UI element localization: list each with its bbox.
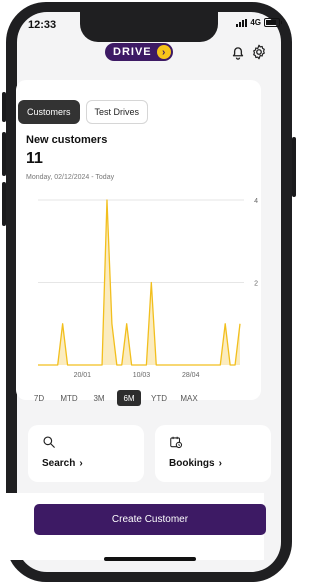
card-title: New customers bbox=[26, 134, 108, 146]
range-6m[interactable]: 6M bbox=[117, 390, 141, 406]
search-tile[interactable]: Search › bbox=[28, 425, 144, 482]
tile-label-text: Search bbox=[42, 458, 76, 469]
range-ytd[interactable]: YTD bbox=[147, 390, 171, 406]
bookings-tile-label: Bookings › bbox=[169, 458, 222, 469]
bookings-tile[interactable]: Bookings › bbox=[155, 425, 271, 482]
tab-bar: Customers Test Drives bbox=[18, 100, 149, 124]
range-3m[interactable]: 3M bbox=[87, 390, 111, 406]
card-value: 11 bbox=[26, 150, 43, 167]
range-7d[interactable]: 7D bbox=[27, 390, 51, 406]
x-tick-label: 20/01 bbox=[74, 372, 92, 379]
tile-label-text: Bookings bbox=[169, 458, 215, 469]
customers-chart: 2 4 20/01 10/03 28/04 bbox=[38, 198, 258, 379]
y-tick-label: 4 bbox=[254, 198, 258, 205]
chevron-right-icon: › bbox=[79, 458, 83, 469]
x-tick-label: 28/04 bbox=[182, 372, 200, 379]
side-button bbox=[2, 92, 6, 122]
tab-test-drives[interactable]: Test Drives bbox=[85, 100, 149, 124]
range-selector: 7D MTD 3M 6M YTD MAX bbox=[27, 390, 201, 406]
range-max[interactable]: MAX bbox=[177, 390, 201, 406]
calendar-clock-icon bbox=[170, 436, 183, 449]
chevron-right-icon: › bbox=[218, 458, 222, 469]
home-indicator bbox=[104, 557, 196, 561]
x-tick-label: 10/03 bbox=[133, 372, 151, 379]
side-button bbox=[2, 182, 6, 226]
card-date-range: Monday, 02/12/2024 - Today bbox=[26, 174, 115, 181]
range-mtd[interactable]: MTD bbox=[57, 390, 81, 406]
create-customer-button[interactable]: Create Customer bbox=[34, 504, 266, 535]
network-type: 4G bbox=[250, 18, 261, 27]
battery-icon bbox=[264, 18, 282, 27]
tab-customers[interactable]: Customers bbox=[18, 100, 80, 124]
search-tile-label: Search › bbox=[42, 458, 83, 469]
status-time: 12:33 bbox=[28, 19, 57, 31]
notch bbox=[80, 12, 218, 42]
gear-icon[interactable] bbox=[250, 43, 268, 61]
logo-text: DRIVE bbox=[113, 46, 152, 58]
side-button bbox=[2, 132, 6, 176]
logo-arrow-icon: › bbox=[156, 45, 171, 59]
bell-icon[interactable] bbox=[229, 43, 247, 61]
signal-icon bbox=[236, 18, 248, 27]
search-icon bbox=[43, 436, 55, 448]
app-logo: DRIVE › bbox=[105, 43, 173, 61]
side-button bbox=[292, 137, 296, 197]
status-indicators: 4G bbox=[236, 18, 282, 27]
y-tick-label: 2 bbox=[254, 281, 258, 288]
